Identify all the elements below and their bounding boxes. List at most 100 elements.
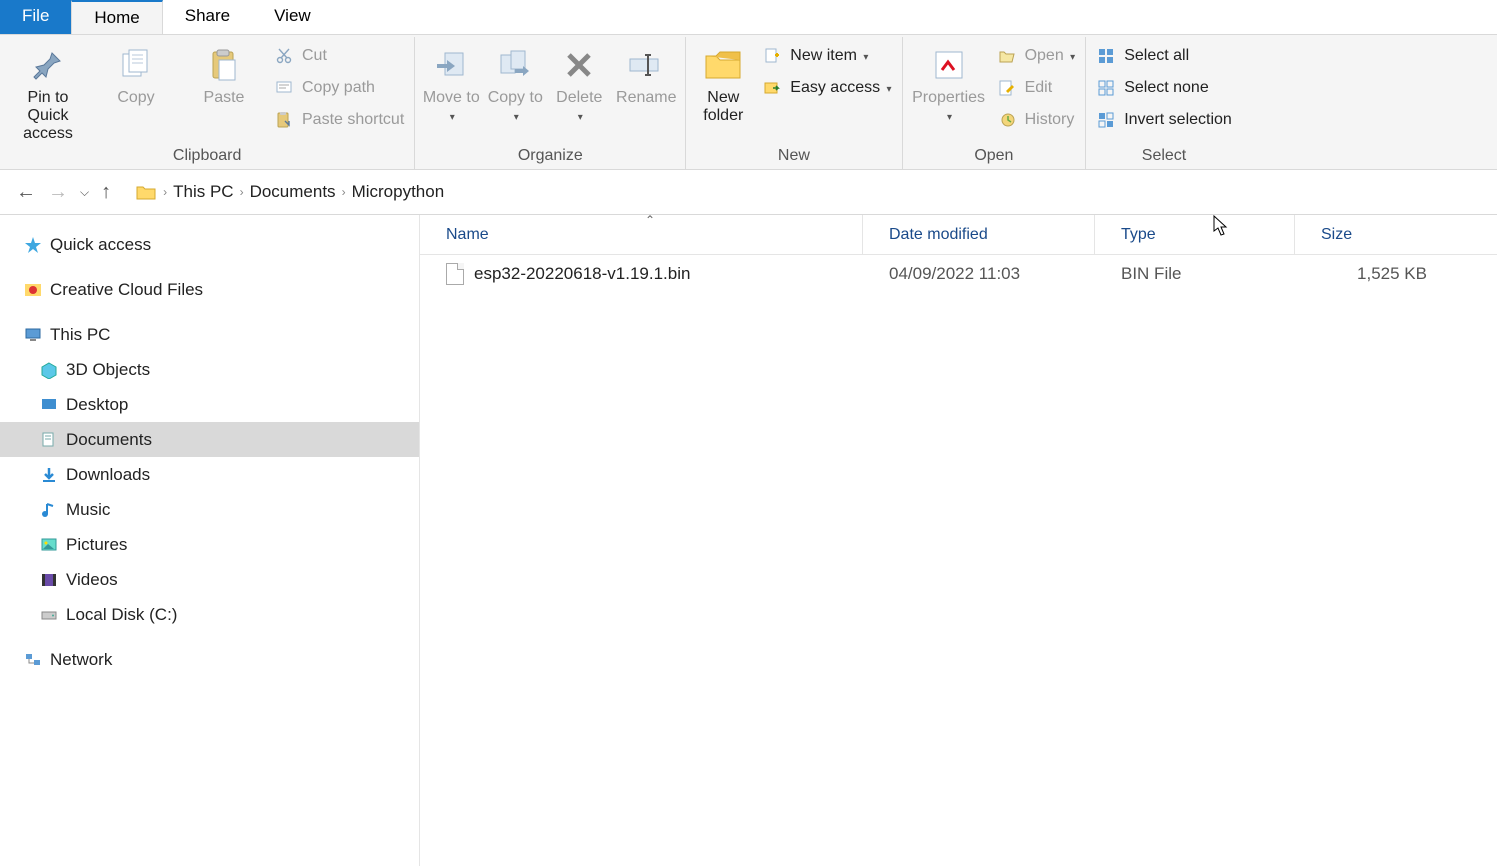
copy-path-button[interactable]: Copy path — [274, 75, 404, 101]
group-clipboard-label: Clipboard — [4, 147, 410, 169]
copy-to-icon — [495, 45, 535, 85]
drive-icon — [40, 606, 58, 624]
tree-videos[interactable]: Videos — [0, 562, 419, 597]
new-item-icon — [762, 46, 782, 66]
copy-to-button[interactable]: Copy to ▾ — [483, 41, 547, 129]
cut-label: Cut — [302, 47, 327, 65]
tree-3d-objects[interactable]: 3D Objects — [0, 352, 419, 387]
move-to-icon — [431, 45, 471, 85]
folder-icon — [703, 45, 743, 85]
column-headers: ⌃ Name Date modified Type Size — [420, 215, 1497, 255]
file-row[interactable]: esp32-20220618-v1.19.1.bin 04/09/2022 11… — [420, 255, 1497, 293]
open-button[interactable]: Open ▾ — [997, 43, 1076, 69]
tree-downloads[interactable]: Downloads — [0, 457, 419, 492]
chevron-right-icon[interactable]: › — [342, 185, 346, 199]
column-size[interactable]: Size — [1295, 215, 1445, 254]
file-name: esp32-20220618-v1.19.1.bin — [474, 264, 690, 284]
videos-icon — [40, 571, 58, 589]
tree-documents[interactable]: Documents — [0, 422, 419, 457]
new-item-button[interactable]: New item ▾ — [762, 43, 891, 69]
back-button[interactable]: ← — [16, 181, 36, 204]
select-all-button[interactable]: Select all — [1096, 43, 1232, 69]
sort-indicator-icon: ⌃ — [645, 213, 655, 227]
cut-button[interactable]: Cut — [274, 43, 404, 69]
copy-label: Copy — [117, 89, 154, 107]
column-type[interactable]: Type — [1095, 215, 1295, 254]
file-icon — [446, 263, 464, 285]
ribbon-group-clipboard: Pin to Quick access Copy Paste Cut — [0, 37, 415, 169]
invert-selection-icon — [1096, 110, 1116, 130]
ribbon-group-new: New folder New item ▾ Easy access ▾ New — [686, 37, 902, 169]
properties-label: Properties▾ — [912, 89, 985, 125]
open-label: Open ▾ — [1025, 47, 1076, 65]
folder-icon — [135, 181, 157, 203]
move-to-button[interactable]: Move to ▾ — [419, 41, 483, 129]
delete-button[interactable]: Delete▾ — [547, 41, 611, 129]
copy-button[interactable]: Copy — [92, 41, 180, 111]
tree-pictures[interactable]: Pictures — [0, 527, 419, 562]
breadcrumb-documents[interactable]: Documents — [250, 182, 336, 202]
tree-desktop[interactable]: Desktop — [0, 387, 419, 422]
column-name[interactable]: Name — [420, 215, 863, 254]
chevron-right-icon[interactable]: › — [163, 185, 167, 199]
copy-path-label: Copy path — [302, 79, 375, 97]
up-button[interactable]: ↑ — [101, 181, 111, 204]
creative-cloud-icon — [24, 281, 42, 299]
history-button[interactable]: History — [997, 107, 1076, 133]
breadcrumb-this-pc[interactable]: This PC — [173, 182, 233, 202]
tab-share[interactable]: Share — [163, 0, 252, 34]
tab-home[interactable]: Home — [71, 0, 162, 34]
file-size: 1,525 KB — [1295, 264, 1445, 284]
tab-view[interactable]: View — [252, 0, 333, 34]
file-list: ⌃ Name Date modified Type Size esp32-202… — [420, 215, 1497, 866]
address-bar[interactable]: › This PC › Documents › Micropython — [127, 181, 1497, 203]
easy-access-button[interactable]: Easy access ▾ — [762, 75, 891, 101]
select-none-label: Select none — [1124, 79, 1209, 97]
properties-icon — [929, 45, 969, 85]
paste-button[interactable]: Paste — [180, 41, 268, 111]
paste-shortcut-button[interactable]: Paste shortcut — [274, 107, 404, 133]
edit-icon — [997, 78, 1017, 98]
column-date[interactable]: Date modified — [863, 215, 1095, 254]
delete-label: Delete▾ — [556, 89, 602, 125]
chevron-right-icon[interactable]: › — [240, 185, 244, 199]
paste-shortcut-label: Paste shortcut — [302, 111, 404, 129]
invert-selection-label: Invert selection — [1124, 111, 1232, 129]
tree-music[interactable]: Music — [0, 492, 419, 527]
navigation-bar: ← → ⌵ ↑ › This PC › Documents › Micropyt… — [0, 170, 1497, 215]
rename-button[interactable]: Rename — [611, 41, 681, 111]
downloads-icon — [40, 466, 58, 484]
tree-creative-cloud[interactable]: Creative Cloud Files — [0, 272, 419, 307]
pin-to-quick-access-button[interactable]: Pin to Quick access — [4, 41, 92, 147]
history-icon — [997, 110, 1017, 130]
forward-button[interactable]: → — [48, 181, 68, 204]
invert-selection-button[interactable]: Invert selection — [1096, 107, 1232, 133]
select-all-icon — [1096, 46, 1116, 66]
pin-label: Pin to Quick access — [6, 89, 90, 143]
recent-locations-button[interactable]: ⌵ — [80, 185, 89, 200]
group-open-label: Open — [907, 147, 1082, 169]
tree-this-pc[interactable]: This PC — [0, 317, 419, 352]
tree-network[interactable]: Network — [0, 642, 419, 677]
tree-quick-access[interactable]: Quick access — [0, 227, 419, 262]
select-all-label: Select all — [1124, 47, 1189, 65]
new-item-label: New item ▾ — [790, 47, 868, 65]
breadcrumb-current[interactable]: Micropython — [352, 182, 445, 202]
properties-button[interactable]: Properties▾ — [907, 41, 991, 129]
new-folder-button[interactable]: New folder — [690, 41, 756, 129]
scissors-icon — [274, 46, 294, 66]
easy-access-label: Easy access ▾ — [790, 79, 891, 97]
tree-local-disk[interactable]: Local Disk (C:) — [0, 597, 419, 632]
pin-icon — [28, 45, 68, 85]
paste-label: Paste — [204, 89, 245, 107]
pictures-icon — [40, 536, 58, 554]
tab-file[interactable]: File — [0, 0, 71, 34]
edit-button[interactable]: Edit — [997, 75, 1076, 101]
group-new-label: New — [690, 147, 897, 169]
group-organize-label: Organize — [419, 147, 681, 169]
file-type: BIN File — [1095, 264, 1295, 284]
history-label: History — [1025, 111, 1075, 129]
music-icon — [40, 501, 58, 519]
select-none-button[interactable]: Select none — [1096, 75, 1232, 101]
open-icon — [997, 46, 1017, 66]
